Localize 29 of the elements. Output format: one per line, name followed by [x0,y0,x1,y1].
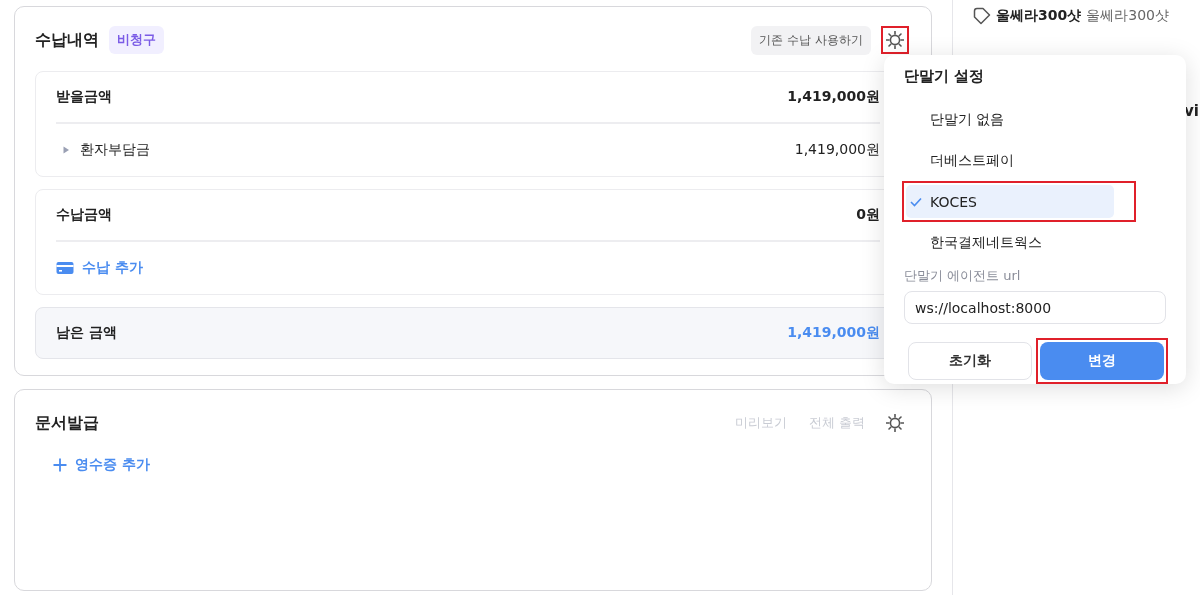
terminal-option[interactable]: KOCES [906,185,1114,219]
amount-value: 1,419,000원 [787,88,880,106]
terminal-option[interactable]: 더베스트페이 [906,144,1132,178]
plus-icon [53,458,67,472]
settings-icon [886,31,904,49]
status-badge: 비청구 [109,26,164,54]
field-label: 단말기 에이전트 url [904,267,1022,286]
legacy-payment-button[interactable]: 기존 수납 사용하기 [751,25,871,55]
row-label: 받을금액 [56,88,112,106]
settings-icon [886,414,904,432]
reset-button[interactable]: 초기화 [908,342,1032,380]
tag-icon [973,7,991,25]
menu-title: 단말기 설정 [904,67,986,87]
row-label: 남은 금액 [56,324,117,342]
item-detail: 울쎄라300샷 [1086,7,1169,25]
terminal-option[interactable]: 단말기 없음 [906,103,1132,137]
section-title: 수납내역 [35,29,99,51]
section-title: 문서발급 [35,412,99,434]
url-field[interactable]: ws://localhost:8000 [904,291,1166,324]
amount-value: 1,419,000원 [794,141,880,159]
check-icon [910,196,922,207]
row-label: 수납금액 [56,206,112,224]
settings-button[interactable] [881,26,909,54]
terminal-option[interactable]: 한국결제네트웍스 [906,226,1132,260]
amount-value: 1,419,000원 [787,324,880,342]
amount-value: 0원 [856,206,880,224]
item-name: 울쎄라300샷 [996,7,1082,25]
card-icon [56,261,74,275]
row-label: 환자부담금 [80,141,150,159]
